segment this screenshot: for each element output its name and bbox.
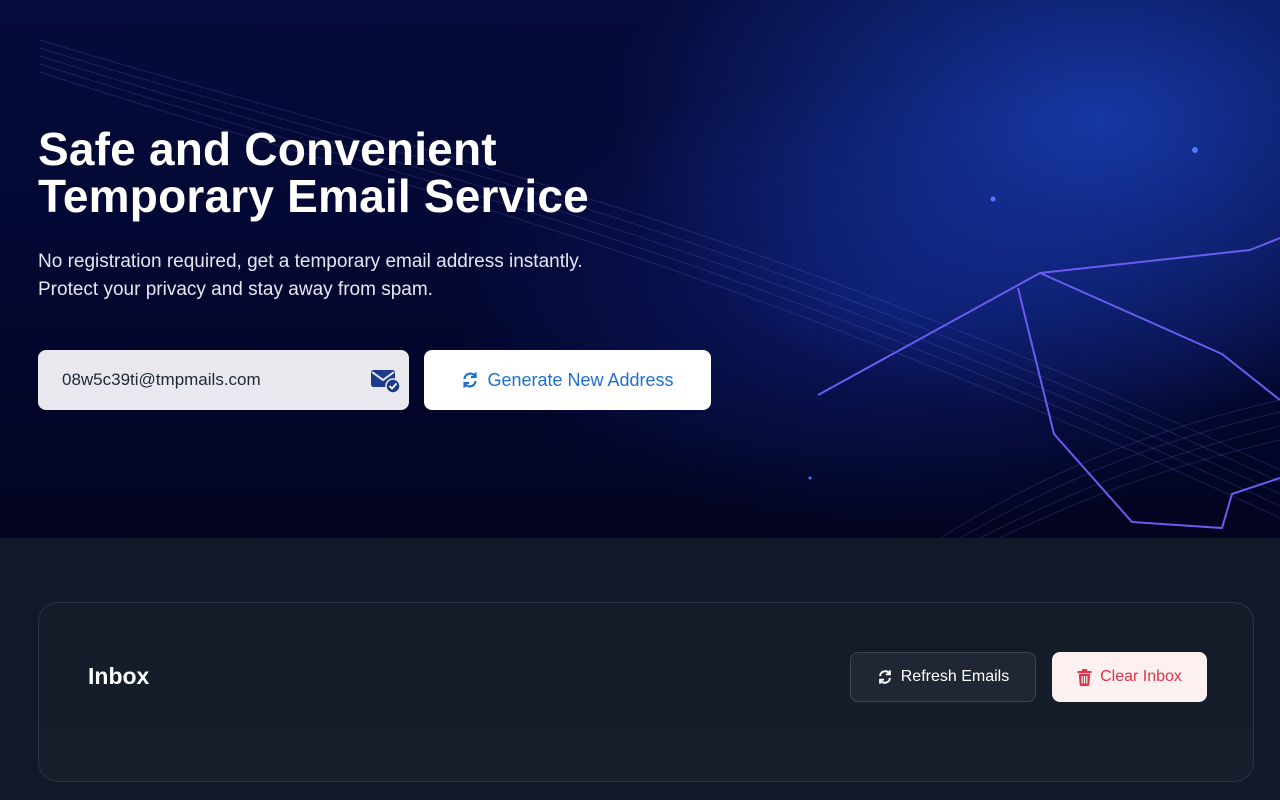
trash-icon <box>1077 668 1092 686</box>
hero-title-line-2: Temporary Email Service <box>38 170 589 222</box>
inbox-title: Inbox <box>88 663 150 689</box>
generate-address-button[interactable]: Generate New Address <box>424 350 711 410</box>
refresh-emails-button[interactable]: Refresh Emails <box>850 652 1036 702</box>
hero-title-line-1: Safe and Convenient <box>38 123 497 175</box>
hero-section: Safe and Convenient Temporary Email Serv… <box>0 0 1280 538</box>
hero-subtitle: No registration required, get a temporar… <box>38 248 738 304</box>
hero-title: Safe and Convenient Temporary Email Serv… <box>38 126 738 220</box>
clear-inbox-button[interactable]: Clear Inbox <box>1052 652 1207 702</box>
email-address-text[interactable]: 08w5c39ti@tmpmails.com <box>62 370 369 390</box>
hero-subtitle-line-2: Protect your privacy and stay away from … <box>38 279 433 300</box>
clear-inbox-label: Clear Inbox <box>1100 668 1182 685</box>
refresh-icon <box>878 670 891 684</box>
inbox-panel: Inbox Refresh Emails Clear Inbox <box>38 602 1254 782</box>
refresh-icon <box>463 372 478 388</box>
refresh-emails-label: Refresh Emails <box>900 668 1010 685</box>
email-address-field[interactable]: 08w5c39ti@tmpmails.com <box>38 350 409 410</box>
hero-subtitle-line-1: No registration required, get a temporar… <box>38 251 583 272</box>
mail-check-icon[interactable] <box>369 366 401 394</box>
generate-address-label: Generate New Address <box>487 369 674 390</box>
